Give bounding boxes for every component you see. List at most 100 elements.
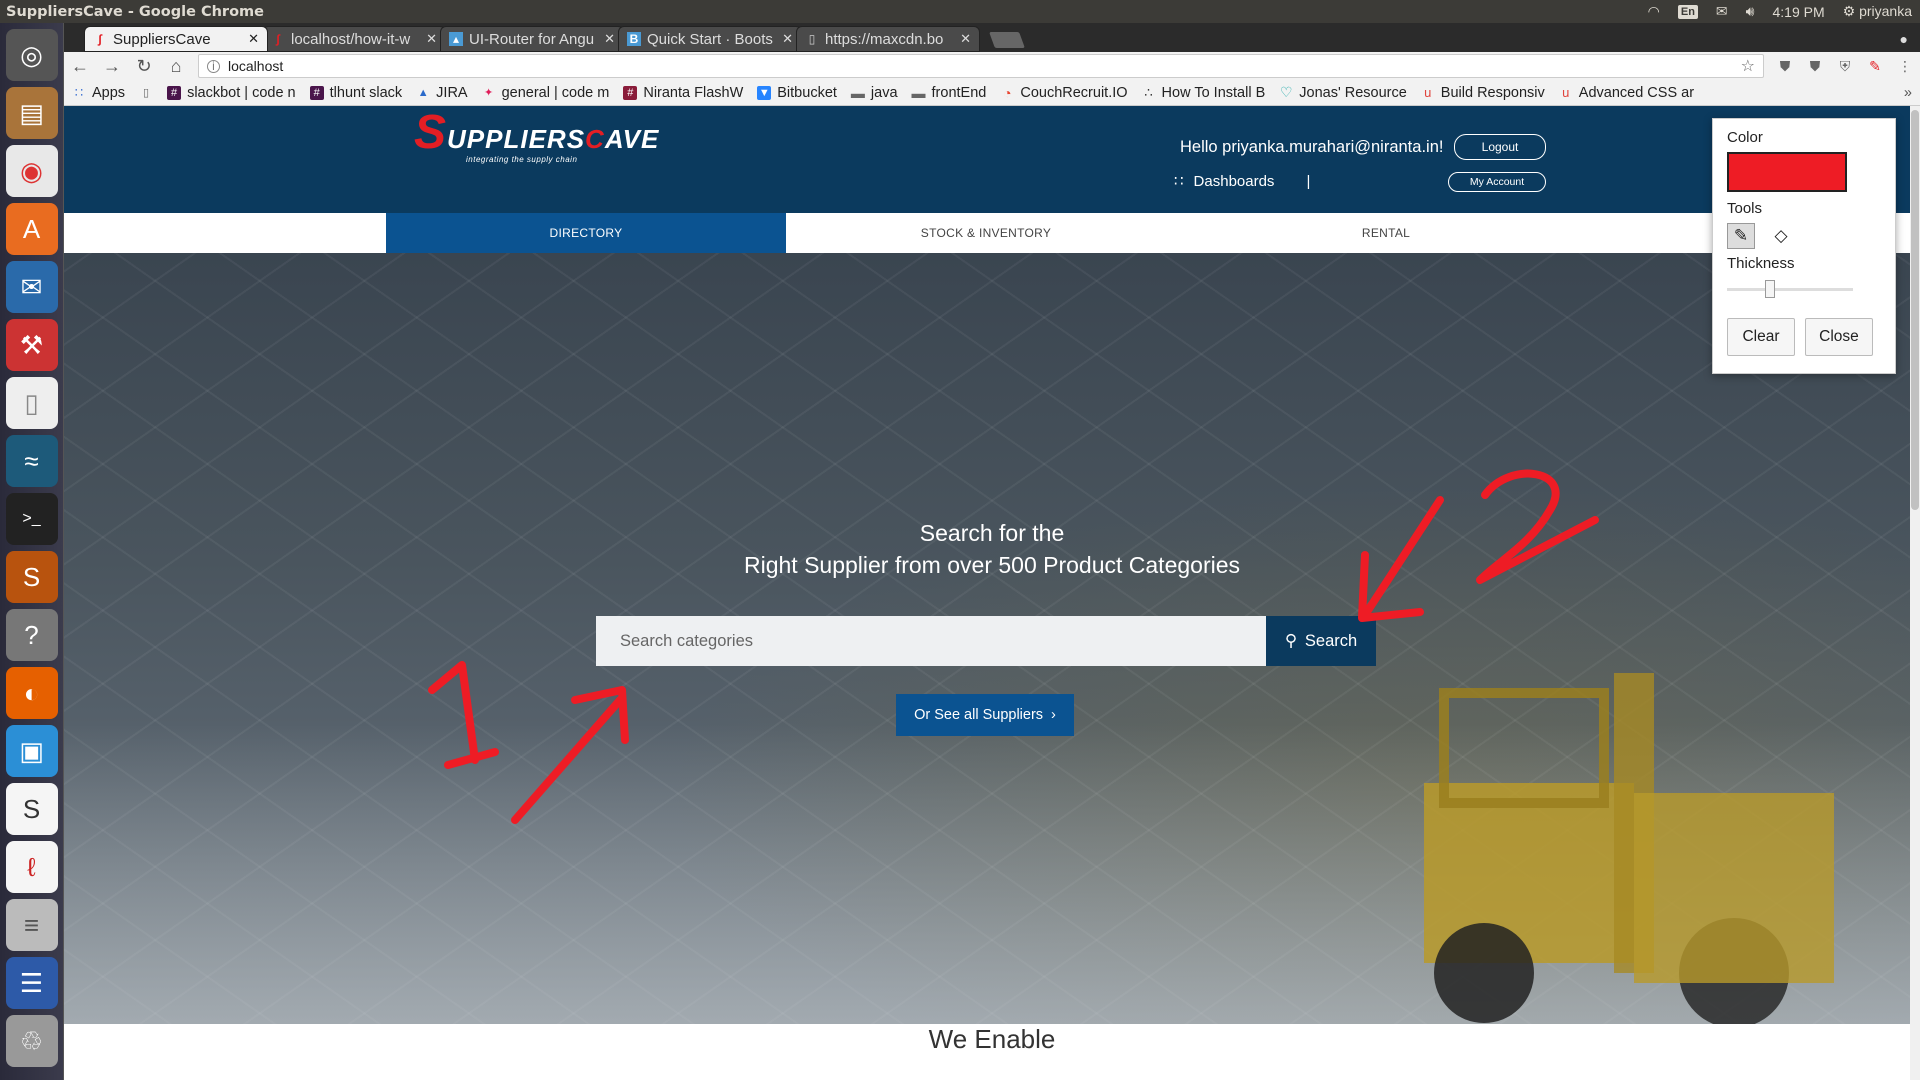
database-icon[interactable]: ≡: [5, 899, 58, 951]
bookmark-label: Niranta FlashW: [643, 84, 744, 101]
help-icon[interactable]: ?: [5, 609, 58, 661]
bookmark-label: CouchRecruit.IO: [1020, 84, 1128, 101]
tab-maxcdn[interactable]: ▯ https://maxcdn.bo ✕: [796, 26, 980, 52]
sublime-icon[interactable]: S: [5, 551, 58, 603]
window-title: SuppliersCave - Google Chrome: [6, 3, 264, 20]
writer-icon[interactable]: ☰: [5, 957, 58, 1009]
slack-icon: #: [623, 85, 638, 100]
bookmark-advanced-css[interactable]: u Advanced CSS ar: [1559, 85, 1694, 101]
profile-icon[interactable]: ●: [1900, 31, 1908, 47]
clock[interactable]: 4:19 PM: [1772, 4, 1824, 20]
see-all-suppliers-button[interactable]: Or See all Suppliers ›: [896, 694, 1074, 736]
clear-button[interactable]: Clear: [1727, 318, 1795, 356]
volume-icon[interactable]: 🔊︎: [1746, 3, 1755, 20]
tab-bootstrap[interactable]: B Quick Start · Boots ✕: [618, 26, 802, 52]
bookmark-jira[interactable]: ▲ JIRA: [416, 85, 468, 101]
bookmark-java[interactable]: ▬ java: [851, 85, 898, 101]
nav-stock-inventory[interactable]: STOCK & INVENTORY: [786, 213, 1186, 253]
nav-rental[interactable]: RENTAL: [1186, 213, 1586, 253]
color-label: Color: [1727, 129, 1763, 146]
software-center-icon[interactable]: A: [5, 203, 58, 255]
logo-text: UPPLIERS: [447, 124, 586, 154]
tab-supplierscave[interactable]: ∫ SuppliersCave ✕: [84, 26, 268, 52]
chrome-icon[interactable]: ◉: [5, 145, 58, 197]
search-button[interactable]: ⚲ Search: [1266, 616, 1376, 666]
bookmark-jonas[interactable]: ♡ Jonas' Resource: [1279, 84, 1407, 101]
address-bar[interactable]: i localhost ☆: [198, 54, 1764, 78]
new-tab-button[interactable]: [989, 32, 1025, 48]
search-icon: ⚲: [1284, 632, 1297, 650]
reload-icon[interactable]: ↻: [134, 56, 154, 76]
tab-ui-router[interactable]: ▴ UI-Router for Angu ✕: [440, 26, 624, 52]
tool-selector: ✎ ◇: [1727, 223, 1881, 249]
dashboards-menu[interactable]: ∷ Dashboards |: [1174, 172, 1310, 191]
text-editor-icon[interactable]: ▯: [5, 377, 58, 429]
page-icon: ▯: [143, 87, 150, 99]
close-icon[interactable]: ✕: [604, 31, 615, 47]
logo-text-2: AVE: [604, 124, 660, 154]
bookmark-tlhunt[interactable]: # tlhunt slack: [309, 85, 402, 101]
close-icon[interactable]: ✕: [426, 31, 437, 47]
bookmarks-overflow-icon[interactable]: »: [1904, 85, 1912, 101]
mail-icon[interactable]: ✉: [1716, 3, 1728, 20]
bookmark-slackbot[interactable]: # slackbot | code n: [167, 85, 296, 101]
drawing-app-icon[interactable]: ℓ: [5, 841, 58, 893]
back-icon[interactable]: ←: [70, 56, 90, 76]
ubuntu-dash-icon[interactable]: ◎: [5, 29, 58, 81]
info-icon[interactable]: i: [207, 59, 220, 73]
trash-icon[interactable]: ♲: [5, 1015, 58, 1067]
forward-icon[interactable]: →: [102, 56, 122, 76]
menu-kebab-icon[interactable]: ⋮: [1896, 57, 1914, 75]
home-icon[interactable]: ⌂: [166, 56, 186, 76]
close-icon[interactable]: ✕: [960, 31, 971, 47]
user-menu[interactable]: ⚙ priyanka: [1843, 3, 1912, 20]
logout-button[interactable]: Logout: [1454, 134, 1546, 160]
slider-thumb[interactable]: [1765, 280, 1775, 298]
bookmark-couchrecruit[interactable]: ◔ CouchRecruit.IO: [1000, 85, 1127, 101]
suppliers-cave-logo[interactable]: SUPPLIERSCAVE integrating the supply cha…: [414, 109, 660, 165]
bookmark-page[interactable]: ▯: [139, 86, 153, 100]
file-manager-icon[interactable]: ▤: [5, 87, 58, 139]
bookmark-general[interactable]: ✦ general | code m: [482, 85, 609, 101]
eraser-icon[interactable]: ◇: [1767, 223, 1795, 249]
thickness-slider[interactable]: [1727, 280, 1853, 298]
bookmark-apps[interactable]: ∷ Apps: [72, 85, 125, 101]
shield-extension-icon[interactable]: ⛨: [1836, 57, 1854, 75]
tab-how-it-works[interactable]: ∫ localhost/how-it-w ✕: [262, 26, 446, 52]
adblock-extension-icon[interactable]: ⛊: [1776, 57, 1794, 75]
tab-label: Quick Start · Boots: [647, 30, 773, 48]
bookmark-label: java: [870, 84, 898, 101]
thunderbird-icon[interactable]: ✉: [5, 261, 58, 313]
slider-track: [1727, 288, 1853, 291]
extension-icon[interactable]: ⛊: [1806, 57, 1824, 75]
close-icon[interactable]: ✕: [248, 31, 259, 47]
bookmark-niranta[interactable]: # Niranta FlashW: [623, 85, 743, 101]
mysql-workbench-icon[interactable]: ≈: [5, 435, 58, 487]
bookmark-star-icon[interactable]: ☆: [1741, 56, 1755, 76]
color-swatch[interactable]: [1727, 152, 1847, 192]
close-button[interactable]: Close: [1805, 318, 1873, 356]
bookmark-how-to-install[interactable]: ∴ How To Install B: [1142, 85, 1265, 101]
firefox-icon[interactable]: ◐: [5, 667, 58, 719]
bookmark-build-responsive[interactable]: u Build Responsiv: [1421, 85, 1545, 101]
tools-label: Tools: [1727, 200, 1763, 217]
close-icon[interactable]: ✕: [782, 31, 793, 47]
pencil-icon[interactable]: ✎: [1727, 223, 1755, 249]
terminal-icon[interactable]: >_: [5, 493, 58, 545]
settings-tool-icon[interactable]: ⚒: [5, 319, 58, 371]
search-categories-input[interactable]: [596, 616, 1266, 666]
logo-letter-s: S: [414, 106, 448, 159]
page-scrollbar[interactable]: [1910, 106, 1920, 1080]
wifi-icon[interactable]: ◠: [1648, 3, 1660, 20]
pen-extension-icon[interactable]: ✎: [1866, 57, 1884, 75]
bookmark-frontend[interactable]: ▬ frontEnd: [912, 85, 987, 101]
my-account-button[interactable]: My Account: [1448, 172, 1546, 192]
ubuntu-launcher: ◎ ▤ ◉ A ✉ ⚒ ▯ ≈ >_ S ? ◐ ▣ S ℓ ≡ ☰ ♲: [0, 23, 64, 1080]
ui-router-favicon-icon: ▴: [449, 32, 463, 46]
scrollbar-thumb[interactable]: [1911, 110, 1919, 510]
nav-directory[interactable]: DIRECTORY: [386, 213, 786, 253]
slack-app-icon[interactable]: S: [5, 783, 58, 835]
bookmark-bitbucket[interactable]: ▼ Bitbucket: [757, 85, 837, 101]
keyboard-layout-indicator[interactable]: En: [1677, 4, 1698, 19]
remote-desktop-icon[interactable]: ▣: [5, 725, 58, 777]
